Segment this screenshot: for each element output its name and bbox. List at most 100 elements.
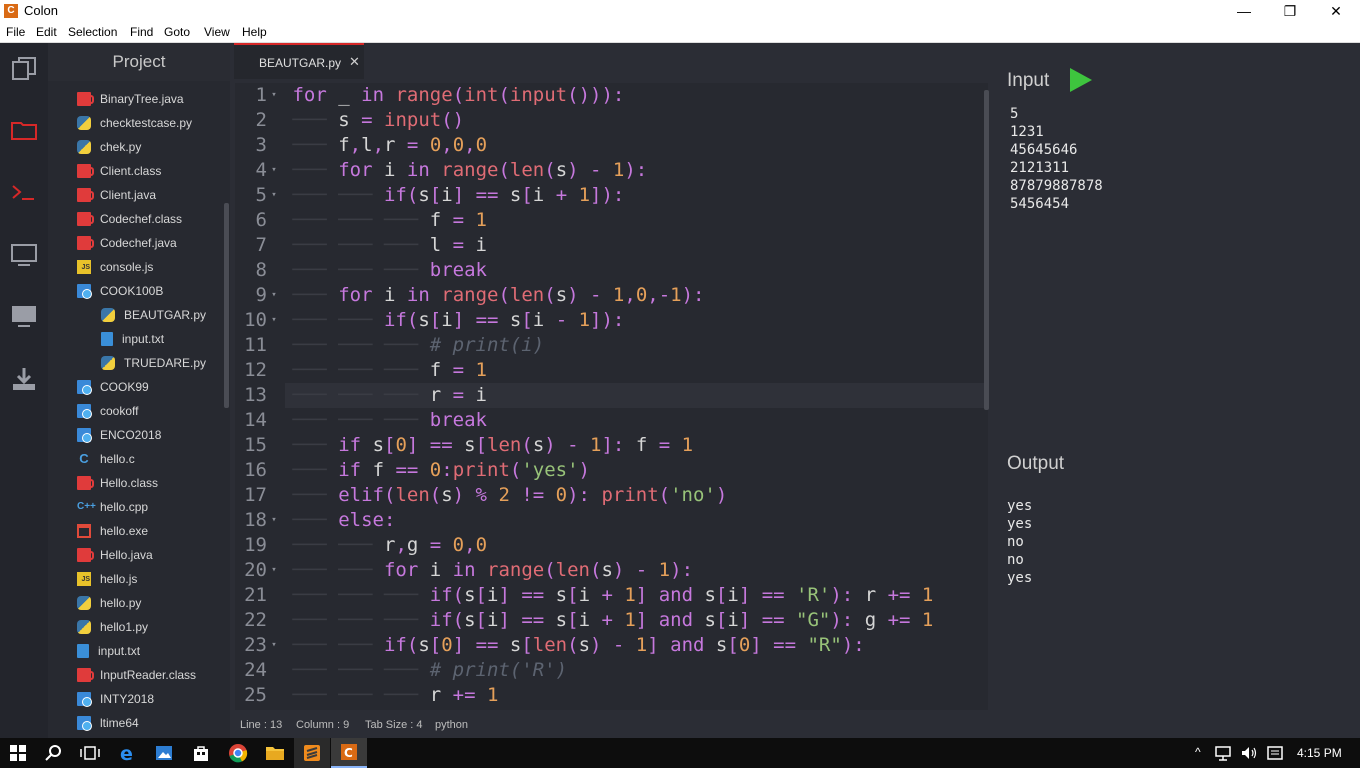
tree-item[interactable]: Codechef.class — [77, 208, 182, 230]
tree-item[interactable]: hello.exe — [77, 520, 148, 542]
menu-goto[interactable]: Goto — [164, 25, 190, 39]
code-line[interactable]: 23 ▾ ─── ─── if(s[0] == s[len(s) - 1] and… — [235, 633, 988, 658]
code-line[interactable]: 7 ─── ─── ─── l = i — [235, 233, 988, 258]
tree-item[interactable]: JS hello.js — [77, 568, 137, 590]
tree-item[interactable]: BEAUTGAR.py — [101, 304, 206, 326]
code-line[interactable]: 21 ─── ─── ─── if(s[i] == s[i + 1] and s… — [235, 583, 988, 608]
fold-chevron-icon[interactable]: ▾ — [267, 558, 281, 583]
tree-item[interactable]: ENCO2018 — [77, 424, 161, 446]
fold-chevron-icon[interactable]: ▾ — [267, 158, 281, 183]
tree-item[interactable]: JS console.js — [77, 256, 153, 278]
tree-item[interactable]: chek.py — [77, 136, 141, 158]
fold-chevron-icon[interactable]: ▾ — [267, 83, 281, 108]
file-explorer-icon[interactable] — [257, 738, 293, 768]
close-button[interactable]: ✕ — [1313, 0, 1359, 22]
menu-file[interactable]: File — [6, 25, 25, 39]
tab-close-icon[interactable]: ✕ — [349, 54, 360, 70]
colon-app-icon[interactable]: C — [331, 738, 367, 768]
code-line[interactable]: 13 ─── ─── ─── r = i — [235, 383, 988, 408]
tree-item[interactable]: checktestcase.py — [77, 112, 192, 134]
code-line[interactable]: 9 ▾ ─── for i in range(len(s) - 1,0,-1): — [235, 283, 988, 308]
tree-item[interactable]: BinaryTree.java — [77, 88, 184, 110]
menu-find[interactable]: Find — [130, 25, 153, 39]
volume-icon[interactable] — [1236, 738, 1262, 768]
menu-selection[interactable]: Selection — [68, 25, 117, 39]
code-line[interactable]: 17 ─── elif(len(s) % 2 != 0): print('no'… — [235, 483, 988, 508]
tree-item[interactable]: ltime64 — [77, 712, 139, 734]
code-line[interactable]: 2 ─── s = input() — [235, 108, 988, 133]
code-line[interactable]: 20 ▾ ─── ─── for i in range(len(s) - 1): — [235, 558, 988, 583]
minimize-button[interactable]: — — [1221, 0, 1267, 22]
tab-beautgar[interactable]: BEAUTGAR.py ✕ — [234, 43, 364, 79]
sublime-text-icon[interactable] — [294, 738, 330, 768]
code-line[interactable]: 8 ─── ─── ─── break — [235, 258, 988, 283]
display-icon[interactable] — [8, 299, 40, 331]
tree-item[interactable]: Codechef.java — [77, 232, 177, 254]
code-editor[interactable]: 1 ▾ for _ in range(int(input())): 2 ─── s … — [235, 83, 988, 710]
task-view-icon[interactable] — [72, 738, 108, 768]
py-file-icon — [77, 596, 91, 610]
code-line[interactable]: 24 ─── ─── ─── # print('R') — [235, 658, 988, 683]
code-line[interactable]: 25 ─── ─── ─── r += 1 — [235, 683, 988, 708]
monitor-icon[interactable] — [8, 238, 40, 270]
tree-item[interactable]: cookoff — [77, 400, 138, 422]
tree-item[interactable]: COOK99 — [77, 376, 149, 398]
fold-chevron-icon[interactable]: ▾ — [267, 508, 281, 533]
fold-chevron-icon[interactable]: ▾ — [267, 183, 281, 208]
tree-item[interactable]: input.txt — [101, 328, 164, 350]
edge-browser-icon[interactable]: e — [110, 738, 146, 768]
project-scrollbar[interactable] — [224, 203, 229, 408]
code-line[interactable]: 1 ▾ for _ in range(int(input())): — [235, 83, 988, 108]
editor-scrollbar[interactable] — [984, 90, 989, 410]
fold-chevron-icon[interactable]: ▾ — [267, 633, 281, 658]
tree-item[interactable]: Hello.class — [77, 472, 158, 494]
tree-item[interactable]: hello1.py — [77, 616, 148, 638]
status-language[interactable]: python — [435, 719, 468, 731]
menu-edit[interactable]: Edit — [36, 25, 57, 39]
notifications-icon[interactable] — [1262, 738, 1288, 768]
fold-chevron-icon[interactable]: ▾ — [267, 308, 281, 333]
folder-icon[interactable] — [8, 113, 40, 145]
maximize-button[interactable]: ❐ — [1267, 0, 1313, 22]
code-line[interactable]: 16 ─── if f == 0:print('yes') — [235, 458, 988, 483]
code-line[interactable]: 22 ─── ─── ─── if(s[i] == s[i + 1] and s… — [235, 608, 988, 633]
windows-start-icon[interactable] — [0, 738, 36, 768]
fold-chevron-icon[interactable]: ▾ — [267, 283, 281, 308]
code-line[interactable]: 19 ─── ─── r,g = 0,0 — [235, 533, 988, 558]
explorer-icon[interactable] — [8, 53, 40, 85]
code-text: ─── ─── ─── if(s[i] == s[i + 1] and s[i]… — [292, 584, 934, 606]
tree-item[interactable]: Client.java — [77, 184, 156, 206]
code-line[interactable]: 6 ─── ─── ─── f = 1 — [235, 208, 988, 233]
menu-view[interactable]: View — [204, 25, 230, 39]
code-line[interactable]: 14 ─── ─── ─── break — [235, 408, 988, 433]
tree-item[interactable]: COOK100B — [77, 280, 163, 302]
tree-item[interactable]: InputReader.class — [77, 664, 196, 686]
code-line[interactable]: 5 ▾ ─── ─── if(s[i] == s[i + 1]): — [235, 183, 988, 208]
photos-app-icon[interactable] — [146, 738, 182, 768]
search-icon[interactable] — [36, 738, 72, 768]
code-line[interactable]: 12 ─── ─── ─── f = 1 — [235, 358, 988, 383]
code-line[interactable]: 3 ─── f,l,r = 0,0,0 — [235, 133, 988, 158]
code-line[interactable]: 11 ─── ─── ─── # print(i) — [235, 333, 988, 358]
chrome-icon[interactable] — [220, 738, 256, 768]
menu-help[interactable]: Help — [242, 25, 267, 39]
tree-item[interactable]: hello.py — [77, 592, 141, 614]
store-icon[interactable] — [183, 738, 219, 768]
tree-item[interactable]: INTY2018 — [77, 688, 154, 710]
tree-item[interactable]: Chello.c — [77, 448, 134, 470]
clock[interactable]: 4:15 PM — [1297, 746, 1342, 760]
code-line[interactable]: 15 ─── if s[0] == s[len(s) - 1]: f = 1 — [235, 433, 988, 458]
code-line[interactable]: 18 ▾ ─── else: — [235, 508, 988, 533]
code-line[interactable]: 10 ▾ ─── ─── if(s[i] == s[i - 1]): — [235, 308, 988, 333]
download-icon[interactable] — [8, 363, 40, 395]
tree-item[interactable]: Client.class — [77, 160, 161, 182]
run-play-icon[interactable] — [1070, 68, 1092, 92]
tree-item[interactable]: input.txt — [77, 640, 140, 662]
tree-item[interactable]: TRUEDARE.py — [101, 352, 206, 374]
code-line[interactable]: 4 ▾ ─── for i in range(len(s) - 1): — [235, 158, 988, 183]
terminal-icon[interactable] — [8, 176, 40, 208]
tray-chevron-up-icon[interactable]: ^ — [1195, 745, 1201, 759]
tree-item[interactable]: C++ hello.cpp — [77, 496, 148, 518]
tree-item[interactable]: Hello.java — [77, 544, 153, 566]
network-icon[interactable] — [1210, 738, 1236, 768]
